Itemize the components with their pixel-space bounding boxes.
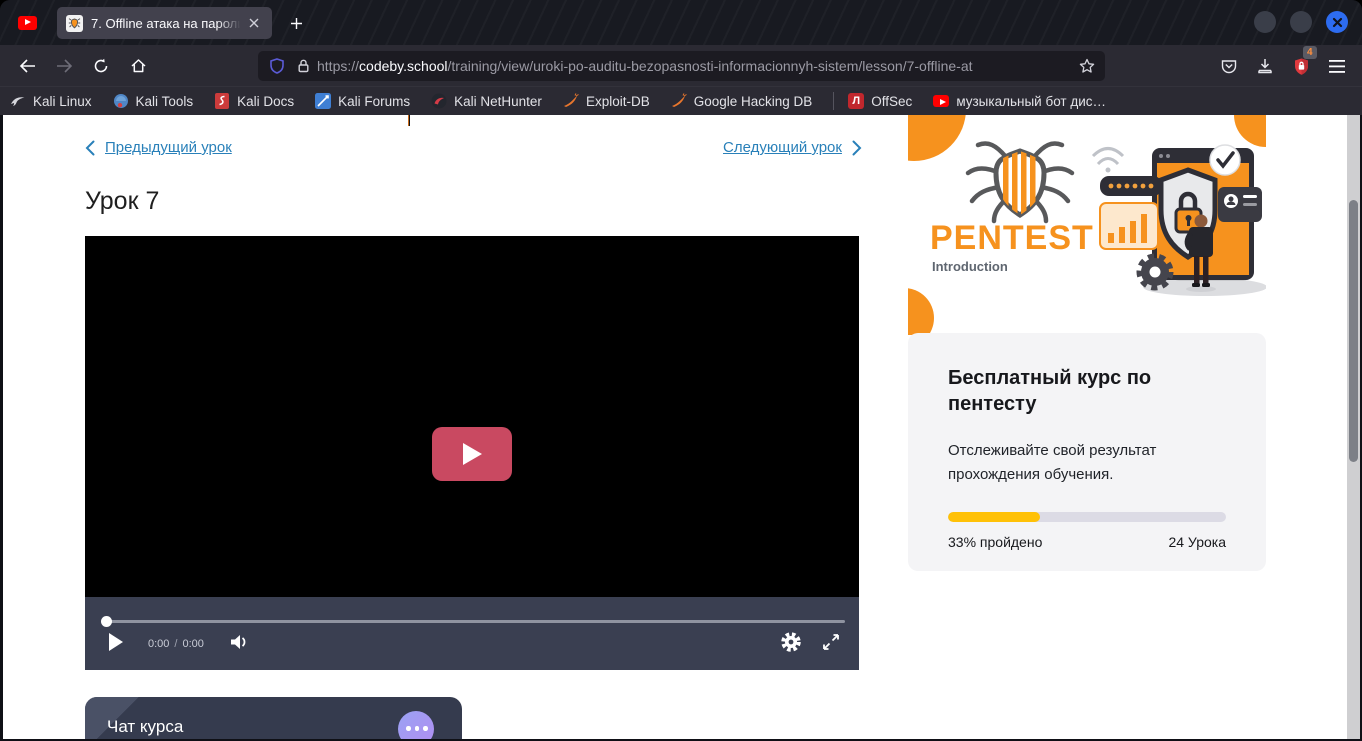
seek-bar[interactable] (103, 620, 845, 623)
page-scrollbar-track[interactable] (1347, 115, 1360, 739)
tab-bar: 7. Offline атака на пароли (0, 0, 1362, 45)
extension-badge: 4 (1303, 46, 1317, 59)
pinned-tab-youtube[interactable] (6, 7, 48, 38)
bookmark-kali-tools[interactable]: Kali Tools (113, 93, 194, 109)
lessons-count-label: 24 Урока (1168, 534, 1226, 550)
browser-window: 7. Offline атака на пароли (0, 0, 1362, 741)
course-card-title: Бесплатный курс по пентесту (948, 365, 1226, 418)
tab-title: 7. Offline атака на пароли (91, 16, 245, 31)
bookmarks-separator (833, 92, 834, 110)
settings-gear-icon[interactable] (778, 629, 804, 655)
chevron-left-icon (85, 140, 95, 156)
chevron-right-icon (852, 140, 862, 156)
lock-icon[interactable] (296, 58, 311, 74)
bookmark-kali-forums[interactable]: Kali Forums (315, 93, 410, 109)
google-hacking-db-wasp-icon (671, 93, 687, 109)
chat-bubble-icon[interactable] (398, 711, 434, 739)
fullscreen-icon[interactable] (819, 630, 843, 654)
youtube-icon (18, 16, 37, 30)
bookmark-music-bot[interactable]: музыкальный бот дис… (933, 93, 1106, 109)
offsec-icon: Л (848, 93, 864, 109)
volume-icon[interactable] (227, 630, 251, 654)
kali-dragon-icon (10, 93, 26, 109)
new-tab-button[interactable] (283, 10, 309, 36)
brand-text: PENTEST (930, 219, 1094, 257)
course-progress-card: Бесплатный курс по пентесту Отслеживайте… (908, 333, 1266, 571)
big-play-button[interactable] (432, 427, 512, 481)
tracking-protection-shield-icon[interactable] (268, 57, 286, 75)
bookmarks-bar: Kali Linux Kali Tools Kali Docs Kali For… (0, 86, 1362, 115)
tab-close-icon[interactable] (245, 14, 263, 32)
video-screen[interactable] (85, 236, 859, 597)
bookmark-offsec[interactable]: Л OffSec (848, 93, 912, 109)
course-banner: PENTEST Introduction (908, 115, 1266, 335)
video-controls: 0:00 / 0:00 (85, 597, 859, 670)
clipped-text-mark (408, 115, 410, 126)
forward-button[interactable] (51, 53, 77, 79)
bookmark-star-icon[interactable] (1079, 58, 1095, 74)
time-display: 0:00 / 0:00 (148, 638, 204, 650)
exploit-db-wasp-icon (563, 93, 579, 109)
pentest-favicon-icon (66, 15, 83, 32)
course-card-description: Отслеживайте свой результат прохождения … (948, 439, 1226, 487)
reload-button[interactable] (88, 53, 114, 79)
menu-hamburger-icon[interactable] (1324, 53, 1350, 79)
course-chat-widget[interactable]: Чат курса (85, 697, 462, 739)
course-progress-fill (948, 512, 1040, 522)
bookmark-kali-linux[interactable]: Kali Linux (10, 93, 92, 109)
bookmark-google-hacking-db[interactable]: Google Hacking DB (671, 93, 813, 109)
progress-percent-label: 33% пройдено (948, 534, 1042, 550)
kali-forums-icon (315, 93, 331, 109)
minimize-button[interactable] (1254, 11, 1276, 33)
url-bar[interactable]: https://codeby.school/training/view/urok… (258, 51, 1105, 81)
bookmark-kali-nethunter[interactable]: Kali NetHunter (431, 93, 542, 109)
kali-nethunter-icon (431, 93, 447, 109)
nav-toolbar: https://codeby.school/training/view/urok… (0, 45, 1362, 86)
play-button[interactable] (105, 630, 127, 654)
lesson-title: Урок 7 (85, 187, 159, 216)
active-tab[interactable]: 7. Offline атака на пароли (57, 7, 272, 39)
close-button[interactable] (1326, 11, 1348, 33)
maximize-button[interactable] (1290, 11, 1312, 33)
url-text: https://codeby.school/training/view/urok… (317, 58, 1071, 74)
bookmark-exploit-db[interactable]: Exploit-DB (563, 93, 650, 109)
window-controls (1254, 11, 1348, 33)
kali-docs-icon (214, 93, 230, 109)
prev-lesson-link[interactable]: Предыдущий урок (85, 139, 232, 156)
next-lesson-link[interactable]: Следующий урок (723, 139, 862, 156)
video-player: 0:00 / 0:00 (85, 236, 859, 670)
page-scrollbar-thumb[interactable] (1349, 200, 1358, 462)
chat-title: Чат курса (107, 717, 183, 737)
course-progress-bar (948, 512, 1226, 522)
youtube-icon (933, 93, 949, 109)
page-content: Предыдущий урок Следующий урок Урок 7 (3, 115, 1360, 739)
back-button[interactable] (14, 53, 40, 79)
pocket-icon[interactable] (1216, 53, 1242, 79)
download-icon[interactable] (1252, 53, 1278, 79)
kali-tools-icon (113, 93, 129, 109)
brand-subtitle: Introduction (932, 259, 1008, 274)
seek-handle[interactable] (101, 616, 112, 627)
home-button[interactable] (125, 53, 151, 79)
bookmark-kali-docs[interactable]: Kali Docs (214, 93, 294, 109)
play-icon (460, 441, 484, 467)
